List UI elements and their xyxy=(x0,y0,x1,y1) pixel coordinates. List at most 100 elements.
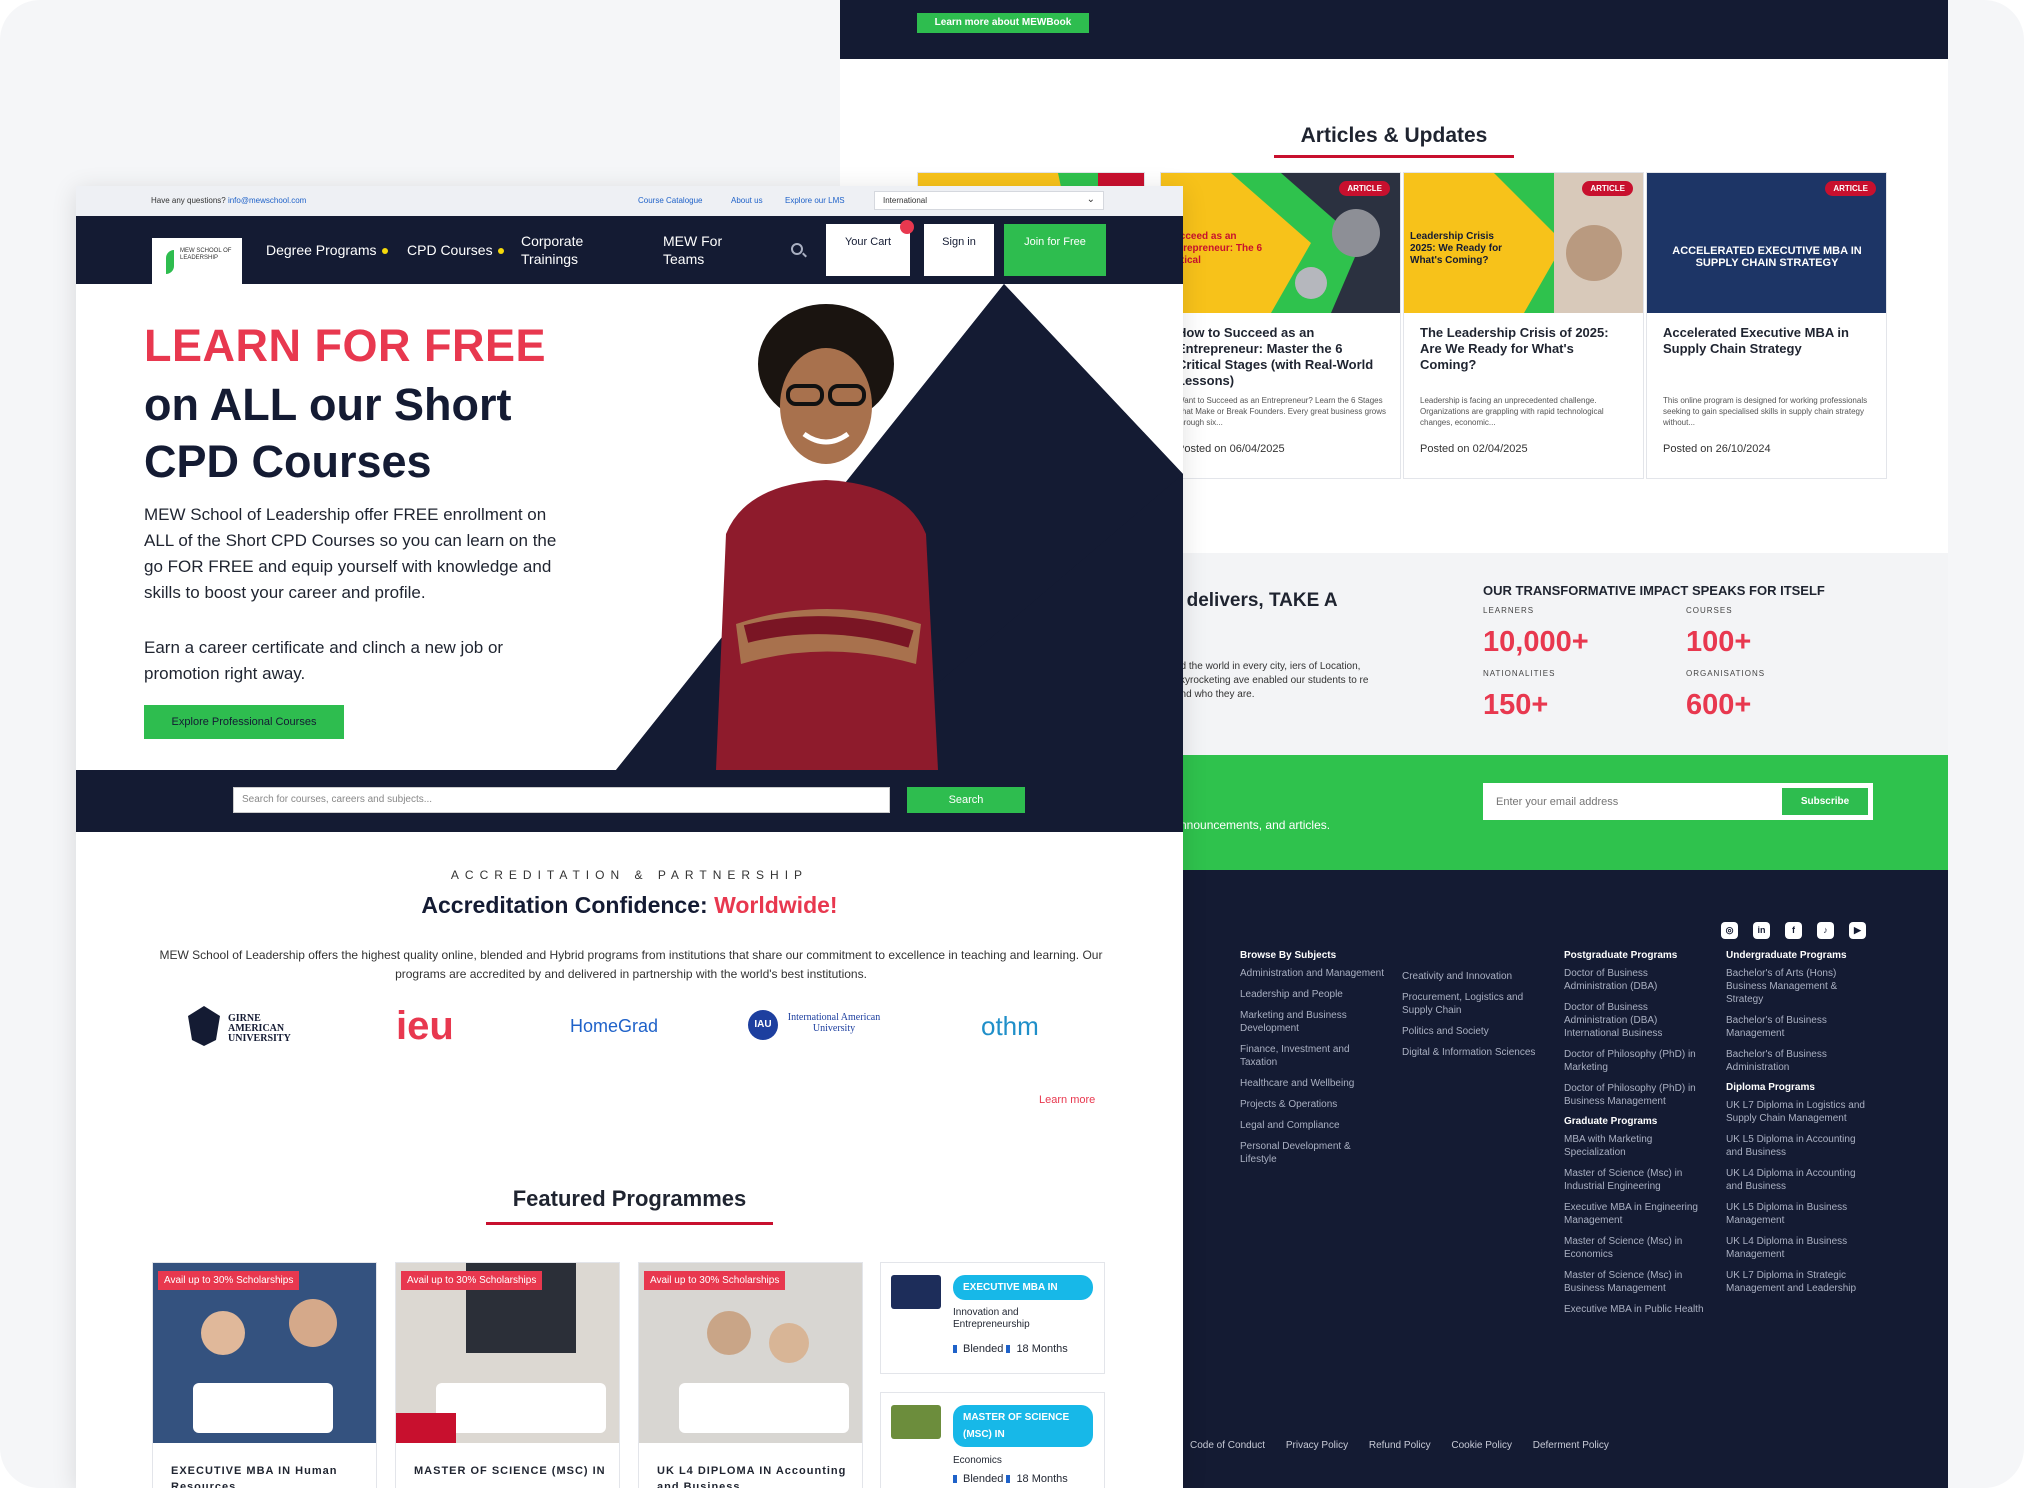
stat-value: 150+ xyxy=(1483,689,1549,721)
search-button[interactable]: Search xyxy=(907,787,1025,813)
footer-undergrad-col: Undergraduate Programs Bachelor's of Art… xyxy=(1726,950,1871,1303)
footer-heading: Browse By Subjects xyxy=(1240,950,1337,961)
article-card[interactable]: ARTICLE ACCELERATED EXECUTIVE MBA IN SUP… xyxy=(1646,172,1887,479)
country-select[interactable]: International ⌄ xyxy=(874,191,1104,210)
article-title[interactable]: Accelerated Executive MBA in Supply Chai… xyxy=(1663,325,1873,357)
article-title[interactable]: The Leadership Crisis of 2025: Are We Re… xyxy=(1420,325,1630,373)
program-image: Avail up to 30% Scholarships xyxy=(396,1263,619,1443)
footer-link[interactable]: Bachelor's of Arts (Hons) Business Manag… xyxy=(1726,967,1871,1006)
subscribe-button[interactable]: Subscribe xyxy=(1782,788,1868,815)
footer-link[interactable]: Legal and Compliance xyxy=(1240,1119,1385,1132)
course-catalogue-link[interactable]: Course Catalogue xyxy=(638,196,702,205)
footer-link[interactable]: Digital & Information Sciences xyxy=(1402,1046,1547,1059)
partner-logo-othm[interactable]: othm xyxy=(981,1004,1061,1048)
footer-link[interactable]: Healthcare and Wellbeing xyxy=(1240,1077,1385,1090)
mini-program-card[interactable]: MASTER OF SCIENCE (MSC) IN Economics Ble… xyxy=(880,1392,1105,1488)
nav-mew-for-teams[interactable]: MEW For Teams xyxy=(663,232,743,268)
tiktok-icon[interactable]: ♪ xyxy=(1817,922,1834,939)
policy-link[interactable]: Privacy Policy xyxy=(1286,1440,1348,1451)
featured-title: Featured Programmes xyxy=(512,1186,747,1211)
course-search-input[interactable]: Search for courses, careers and subjects… xyxy=(233,787,890,813)
footer-link[interactable]: Bachelor's of Business Administration xyxy=(1726,1048,1871,1074)
stat-label: NATIONALITIES xyxy=(1483,669,1556,678)
partner-logo-girne[interactable]: GIRNE AMERICAN UNIVERSITY xyxy=(184,1004,304,1048)
footer-postgrad-col: Postgraduate Programs Doctor of Business… xyxy=(1564,950,1709,1324)
youtube-icon[interactable]: ▶ xyxy=(1849,922,1866,939)
learn-more-link[interactable]: Learn more xyxy=(1039,1094,1095,1106)
footer-link[interactable]: UK L4 Diploma in Accounting and Business xyxy=(1726,1167,1871,1193)
search-icon[interactable] xyxy=(791,243,803,255)
policy-link[interactable]: Cookie Policy xyxy=(1451,1440,1512,1451)
partner-logo-ieu[interactable]: ieu xyxy=(396,1004,486,1048)
policy-link[interactable]: Deferment Policy xyxy=(1533,1440,1609,1451)
footer-link[interactable]: Doctor of Philosophy (PhD) in Business M… xyxy=(1564,1082,1709,1108)
newsletter-email-input[interactable] xyxy=(1484,784,1784,819)
footer-link[interactable]: Master of Science (Msc) in Economics xyxy=(1564,1235,1709,1261)
policy-link[interactable]: Refund Policy xyxy=(1369,1440,1431,1451)
mini-program-card[interactable]: EXECUTIVE MBA IN Innovation and Entrepre… xyxy=(880,1262,1105,1374)
footer-link[interactable]: Finance, Investment and Taxation xyxy=(1240,1043,1385,1069)
footer-link[interactable]: Doctor of Business Administration (DBA) … xyxy=(1564,1001,1709,1040)
footer-link[interactable]: Bachelor's of Business Management xyxy=(1726,1014,1871,1040)
explore-courses-button[interactable]: Explore Professional Courses xyxy=(144,705,344,739)
nav-corporate-trainings[interactable]: Corporate Trainings xyxy=(521,232,601,268)
footer-heading: Diploma Programs xyxy=(1726,1082,1815,1093)
cart-button[interactable]: Your Cart xyxy=(826,220,914,276)
program-card[interactable]: Avail up to 30% Scholarships MASTER OF S… xyxy=(395,1262,620,1488)
articles-title: Articles & Updates xyxy=(1300,124,1488,147)
program-card[interactable]: Avail up to 30% Scholarships EXECUTIVE M… xyxy=(152,1262,377,1488)
nav-degree-programs[interactable]: Degree Programs xyxy=(266,242,388,258)
article-card[interactable]: ARTICLE Leadership Crisis 2025: We Ready… xyxy=(1403,172,1644,479)
footer-link[interactable]: Executive MBA in Public Health xyxy=(1564,1303,1709,1316)
footer-link[interactable]: UK L4 Diploma in Business Management xyxy=(1726,1235,1871,1261)
leaf-icon xyxy=(166,250,174,274)
footer-link[interactable]: Leadership and People xyxy=(1240,988,1385,1001)
partner-logo-iau[interactable]: IAU International American University xyxy=(748,1004,888,1048)
footer-link[interactable]: Marketing and Business Development xyxy=(1240,1009,1385,1035)
footer-link[interactable]: Creativity and Innovation xyxy=(1402,970,1547,983)
article-title[interactable]: How to Succeed as an Entrepreneur: Maste… xyxy=(1177,325,1387,389)
partner-logo-homegrad[interactable]: HomeGrad xyxy=(570,1004,700,1048)
article-overlay-text: Succeed as an Entrepreneur: The 6 Critic… xyxy=(1167,231,1263,266)
scholarship-badge: Avail up to 30% Scholarships xyxy=(644,1271,786,1290)
footer-link[interactable]: UK L7 Diploma in Logistics and Supply Ch… xyxy=(1726,1099,1871,1125)
footer-link[interactable]: Executive MBA in Engineering Management xyxy=(1564,1201,1709,1227)
policy-link[interactable]: Code of Conduct xyxy=(1190,1440,1265,1451)
learn-more-mewbook-button[interactable]: Learn more about MEWBook xyxy=(917,13,1089,33)
footer-link[interactable]: UK L5 Diploma in Business Management xyxy=(1726,1201,1871,1227)
about-us-link[interactable]: About us xyxy=(731,196,763,205)
facebook-icon[interactable]: f xyxy=(1785,922,1802,939)
article-card[interactable]: ARTICLE Succeed as an Entrepreneur: The … xyxy=(1160,172,1401,479)
footer-heading: Undergraduate Programs xyxy=(1726,950,1847,961)
instagram-icon[interactable]: ◎ xyxy=(1721,922,1738,939)
program-card[interactable]: Avail up to 30% Scholarships UK L4 DIPLO… xyxy=(638,1262,863,1488)
explore-lms-link[interactable]: Explore our LMS xyxy=(785,196,845,205)
footer-link[interactable]: MBA with Marketing Specialization xyxy=(1564,1133,1709,1159)
footer-link[interactable]: Doctor of Business Administration (DBA) xyxy=(1564,967,1709,993)
program-pill: MASTER OF SCIENCE (MSC) IN xyxy=(953,1405,1093,1447)
nav-cpd-courses[interactable]: CPD Courses xyxy=(407,242,504,258)
linkedin-icon[interactable]: in xyxy=(1753,922,1770,939)
stat-value: 10,000+ xyxy=(1483,626,1589,658)
footer-link[interactable]: Personal Development & Lifestyle xyxy=(1240,1140,1385,1166)
article-badge: ARTICLE xyxy=(1339,181,1390,196)
footer-link[interactable]: Master of Science (Msc) in Industrial En… xyxy=(1564,1167,1709,1193)
article-date: Posted on 02/04/2025 xyxy=(1420,443,1528,455)
articles-underline xyxy=(1274,155,1514,158)
footer-link[interactable]: UK L7 Diploma in Strategic Management an… xyxy=(1726,1269,1871,1295)
footer-link[interactable]: Administration and Management xyxy=(1240,967,1385,980)
sign-in-button[interactable]: Sign in xyxy=(924,224,994,276)
footer-link[interactable]: Politics and Society xyxy=(1402,1025,1547,1038)
accreditation-description: MEW School of Leadership offers the high… xyxy=(159,948,1103,981)
site-logo[interactable]: MEW SCHOOL OF LEADERSHIP xyxy=(152,238,242,284)
article-excerpt: Want to Succeed as an Entrepreneur? Lear… xyxy=(1177,396,1386,427)
footer-link[interactable]: Master of Science (Msc) in Business Mana… xyxy=(1564,1269,1709,1295)
footer-link[interactable]: UK L5 Diploma in Accounting and Business xyxy=(1726,1133,1871,1159)
hero-paragraph: MEW School of Leadership offer FREE enro… xyxy=(144,505,557,602)
footer-link[interactable]: Doctor of Philosophy (PhD) in Marketing xyxy=(1564,1048,1709,1074)
footer-link[interactable]: Projects & Operations xyxy=(1240,1098,1385,1111)
footer-link[interactable]: Procurement, Logistics and Supply Chain xyxy=(1402,991,1547,1017)
article-badge: ARTICLE xyxy=(1582,181,1633,196)
contact-email-link[interactable]: info@mewschool.com xyxy=(228,196,306,205)
join-free-button[interactable]: Join for Free xyxy=(1004,224,1106,276)
